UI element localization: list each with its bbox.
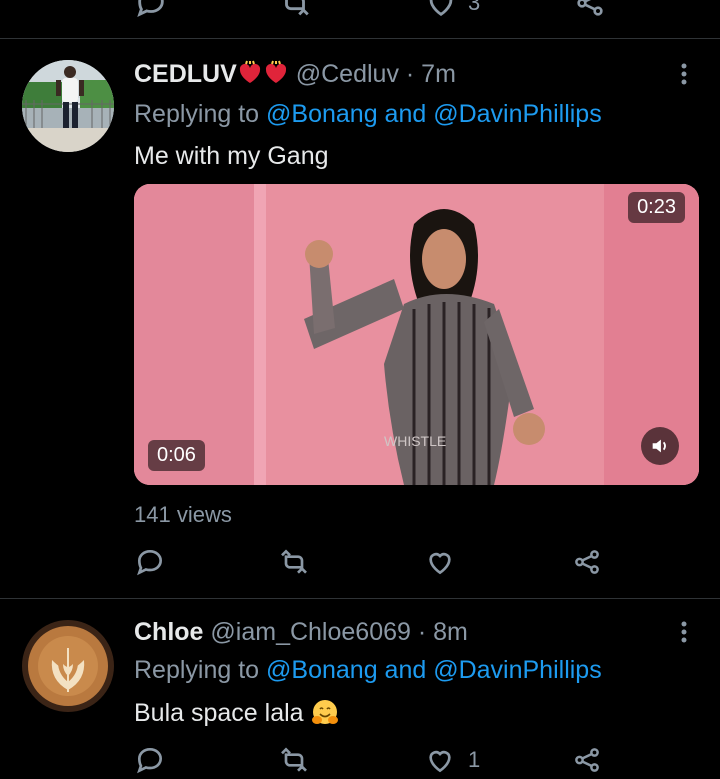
timestamp[interactable]: · 7m [406,60,456,88]
heart-icon [429,750,451,773]
reply-button[interactable] [134,0,168,25]
share-button[interactable] [572,546,602,578]
sparkling-heart-emoji [265,60,286,83]
avatar-photo [22,60,114,152]
like-count: 3 [468,0,481,15]
tweet-header: Chloe @iam_Chloe6069 · 8m [134,618,468,647]
video-duration: 0:23 [628,192,685,223]
retweet-icon [285,0,309,16]
share-button[interactable] [574,0,606,25]
tweet-header: CEDLUV @Cedluv · 7m [134,60,456,89]
share-icon [577,0,603,16]
reply-button[interactable] [134,744,166,776]
volume-button[interactable] [641,427,679,465]
heart-icon [429,552,451,575]
avatar[interactable] [22,60,114,152]
heart-icon [429,0,453,17]
reply-icon [137,549,163,576]
handle[interactable]: @Cedluv [296,60,399,88]
video-player[interactable]: WHISTLE 0:23 0:06 [134,184,699,485]
handle[interactable]: @iam_Chloe6069 [210,618,411,646]
retweet-button[interactable] [278,0,312,25]
replying-users-link[interactable]: @Bonang and @DavinPhillips [266,656,602,684]
sparkling-heart-emoji [239,60,260,83]
retweet-icon [281,549,307,574]
replying-users-link[interactable]: @Bonang and @DavinPhillips [266,100,602,128]
tweet-actions [134,546,614,580]
retweet-button[interactable] [278,546,310,578]
share-button[interactable] [572,744,602,776]
display-name[interactable]: Chloe [134,618,203,646]
tweet-text-content: Bula space lala [134,699,304,727]
hugging-face-emoji [311,700,338,724]
share-icon [575,748,599,772]
previous-tweet-actions: 3 [0,0,720,28]
replying-prefix: Replying to [134,656,260,684]
retweet-icon [281,747,307,772]
replying-to: Replying to @Bonang and @DavinPhillips [134,100,602,129]
more-options-button[interactable] [676,62,692,90]
like-button[interactable]: 1 [424,744,480,776]
view-count: 141 views [134,502,232,527]
reply-button[interactable] [134,546,166,578]
tweet-text: Bula space lala [134,698,339,728]
video-current-time: 0:06 [148,440,205,471]
like-button[interactable] [424,546,468,578]
more-vertical-icon [681,63,687,85]
tweet[interactable]: Chloe @iam_Chloe6069 · 8m Replying to @B… [0,598,720,779]
retweet-button[interactable] [278,744,310,776]
share-icon [575,550,599,574]
tweet[interactable]: CEDLUV @Cedluv · 7m Replying to @Bonang … [0,38,720,598]
more-options-button[interactable] [676,620,692,648]
volume-icon [652,439,666,453]
avatar-photo [22,620,114,712]
watermark: WHISTLE [384,433,446,449]
tweet-actions: 1 [134,744,614,778]
tweet-text: Me with my Gang [134,142,329,170]
more-vertical-icon [681,621,687,643]
reply-icon [137,747,163,774]
avatar[interactable] [22,620,114,712]
like-count: 1 [468,747,481,772]
timestamp[interactable]: · 8m [418,618,468,646]
reply-icon [137,0,164,18]
replying-to: Replying to @Bonang and @DavinPhillips [134,656,602,685]
replying-prefix: Replying to [134,100,260,128]
like-button[interactable]: 3 [424,0,480,20]
video-frame: WHISTLE [134,184,699,485]
display-name[interactable]: CEDLUV [134,60,237,88]
